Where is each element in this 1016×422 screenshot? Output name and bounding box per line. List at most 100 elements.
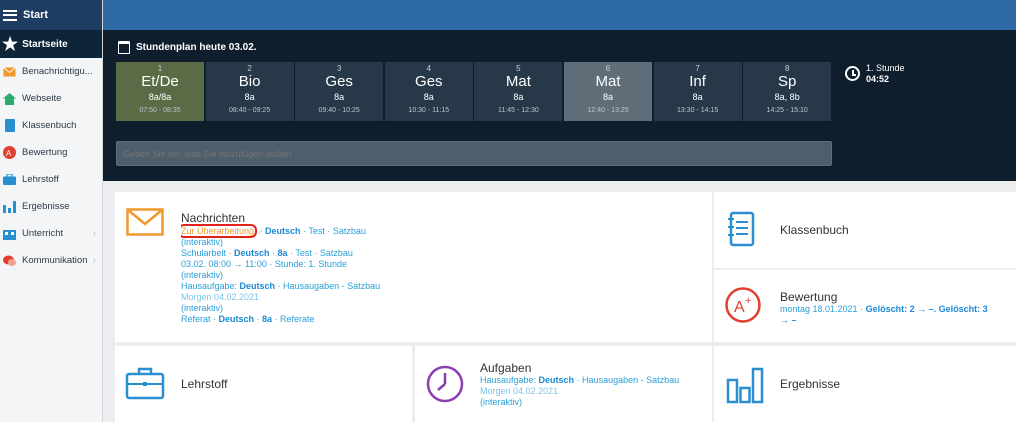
lesson-num: 7 (695, 64, 700, 73)
subject-link[interactable]: Deutsch (539, 375, 575, 385)
lesson-num: 6 (605, 64, 611, 73)
message-item[interactable]: Zur Überarbeitung · Deutsch · Test · Sat… (181, 224, 709, 238)
grade-icon: A (3, 146, 16, 159)
message-text: · Referate (272, 314, 315, 324)
tile-klassenbuch[interactable]: Klassenbuch (714, 192, 1016, 268)
separator: · (269, 248, 278, 258)
lesson-cell[interactable]: 5 Mat 8a 11:45 - 12:30 (474, 62, 563, 121)
message-item[interactable]: Referat · Deutsch · 8a · Referate (181, 314, 709, 325)
task-type: Hausaufgabe: (480, 375, 539, 385)
message-text: · Test · Satzbau (300, 226, 366, 236)
lesson-num: 8 (784, 64, 790, 73)
due-date: Morgen 04.02.2021 (181, 292, 260, 302)
lesson-time: 09:40 - 10:25 (318, 107, 360, 114)
top-bar (103, 0, 1016, 30)
lesson-class: 8a (602, 92, 613, 102)
lesson-class: 8a/8a (148, 92, 172, 102)
timetable-title: Stundenplan heute 03.02. (118, 41, 257, 54)
tile-aufgaben[interactable]: Aufgaben Hausaufgabe: Deutsch · Hausauga… (415, 346, 712, 422)
sidebar-item-benachrichtigu[interactable]: Benachrichtigu... (0, 58, 102, 85)
bar-chart-icon (726, 367, 764, 404)
hamburger-icon[interactable] (3, 9, 17, 21)
bar-chart-icon (3, 200, 16, 213)
tile-ergebnisse[interactable]: Ergebnisse (714, 346, 1016, 422)
subject-link[interactable]: Deutsch (265, 226, 301, 236)
tile-title: Lehrstoff (181, 377, 228, 391)
chat-icon (3, 254, 16, 267)
grade-change[interactable]: Gelöscht: 3 (936, 304, 988, 314)
lesson-time: 07:50 - 08:35 (139, 107, 181, 114)
lesson-class: 8a, 8b (774, 92, 800, 102)
menu-toggle[interactable]: Start (0, 0, 102, 30)
svg-text:A: A (6, 149, 12, 158)
lesson-num: 4 (426, 64, 432, 73)
lesson-time: 12:40 - 13:25 (587, 107, 629, 114)
sidebar-item-webseite[interactable]: Webseite (0, 85, 102, 112)
app-title: Start (23, 9, 49, 21)
lesson-time: 10:30 - 11:15 (408, 107, 450, 114)
tile-bewertung[interactable]: A + Bewertung montag 18.01.2021 · Gelösc… (714, 270, 1016, 342)
grade-change[interactable]: Gelöscht: 2 → –. (866, 304, 937, 314)
sidebar-item-lehrstoff[interactable]: Lehrstoff (0, 166, 102, 193)
lesson-num: 5 (516, 64, 521, 73)
subject-link[interactable]: Deutsch (219, 314, 255, 324)
timetable-title-text: Stundenplan heute 03.02. (136, 42, 257, 53)
interactive-tag: (interaktiv) (181, 270, 224, 280)
lesson-subject: Inf (689, 73, 706, 90)
lesson-subject: Mat (595, 73, 621, 90)
message-type: Referat · (181, 314, 219, 324)
clock-icon (426, 365, 464, 403)
message-item[interactable]: Hausaufgabe: Deutsch · Hausaugaben - Sat… (181, 281, 709, 292)
sidebar-item-klassenbuch[interactable]: Klassenbuch (0, 112, 102, 139)
sidebar-item-label: Unterricht (22, 228, 64, 239)
lesson-cell[interactable]: 4 Ges 8a 10:30 - 11:15 (384, 62, 473, 121)
tile-nachrichten[interactable]: Nachrichten Zur Überarbeitung · Deutsch … (115, 192, 712, 342)
separator: · (254, 314, 263, 324)
message-item[interactable]: Schularbeit · Deutsch · 8a · Test · Satz… (181, 248, 709, 259)
envelope-icon (126, 208, 164, 236)
subject-link[interactable]: Deutsch (240, 281, 276, 291)
lesson-cell[interactable]: 6 Mat 8a 12:40 - 13:25 (564, 62, 652, 121)
lesson-cell[interactable]: 7 Inf 8a 13:30 - 14:15 (653, 62, 742, 121)
tile-title: Bewertung (780, 290, 838, 304)
lesson-cell[interactable]: 8 Sp 8a, 8b 14:25 - 15:10 (743, 62, 832, 121)
sidebar-item-label: Webseite (22, 93, 62, 104)
sidebar-item-kommunikation[interactable]: Kommunikation › (0, 247, 102, 274)
class-link[interactable]: 8a (278, 248, 288, 258)
sidebar-item-bewertung[interactable]: A Bewertung (0, 139, 102, 166)
current-period-timer: 04:52 (866, 74, 890, 84)
class-link[interactable]: 8a (262, 314, 272, 324)
tile-title: Nachrichten (181, 213, 246, 225)
sidebar-item-label: Lehrstoff (22, 174, 59, 185)
message-type: Hausaufgabe: (181, 281, 240, 291)
sidebar-item-unterricht[interactable]: Unterricht › (0, 220, 102, 247)
task-text: · Hausaugaben - Satzbau (574, 375, 680, 385)
sidebar-item-ergebnisse[interactable]: Ergebnisse (0, 193, 102, 220)
lesson-cell[interactable]: 2 Bio 8a 08:40 - 09:25 (205, 62, 294, 121)
briefcase-icon (125, 367, 165, 400)
lesson-cell[interactable]: 3 Ges 8a 09:40 - 10:25 (295, 62, 384, 121)
sidebar-item-label: Ergebnisse (22, 201, 70, 212)
task-summary: Aufgaben Hausaufgabe: Deutsch · Hausauga… (480, 361, 710, 408)
message-schedule: 03.02. 08:00 → 11:00 · Stunde: 1. Stunde (181, 259, 347, 269)
grade-summary: Bewertung montag 18.01.2021 · Gelöscht: … (780, 290, 1012, 326)
lesson-cell[interactable]: 1 Et/De 8a/8a 07:50 - 08:35 (116, 62, 204, 121)
sidebar: Start ★ Startseite Benachrichtigu... Webs… (0, 0, 103, 422)
interactive-tag: (interaktiv) (480, 397, 523, 407)
subject-link[interactable]: Deutsch (234, 248, 270, 258)
tile-lehrstoff[interactable]: Lehrstoff (115, 346, 412, 422)
interactive-tag: (interaktiv) (181, 237, 224, 247)
chevron-right-icon: › (92, 255, 96, 266)
calendar-icon (118, 41, 130, 54)
lesson-class: 8a (692, 92, 703, 102)
school-icon (3, 227, 16, 240)
sidebar-item-label: Benachrichtigu... (22, 66, 93, 77)
sidebar-item-label: Klassenbuch (22, 120, 77, 131)
lesson-class: 8a (513, 92, 524, 102)
home-icon (3, 92, 16, 105)
notebook-icon (3, 119, 16, 132)
quick-add-input[interactable] (116, 141, 832, 166)
grade-icon: A + (725, 287, 761, 323)
notebook-icon (728, 211, 755, 247)
sidebar-item-startseite[interactable]: ★ Startseite (0, 30, 102, 58)
